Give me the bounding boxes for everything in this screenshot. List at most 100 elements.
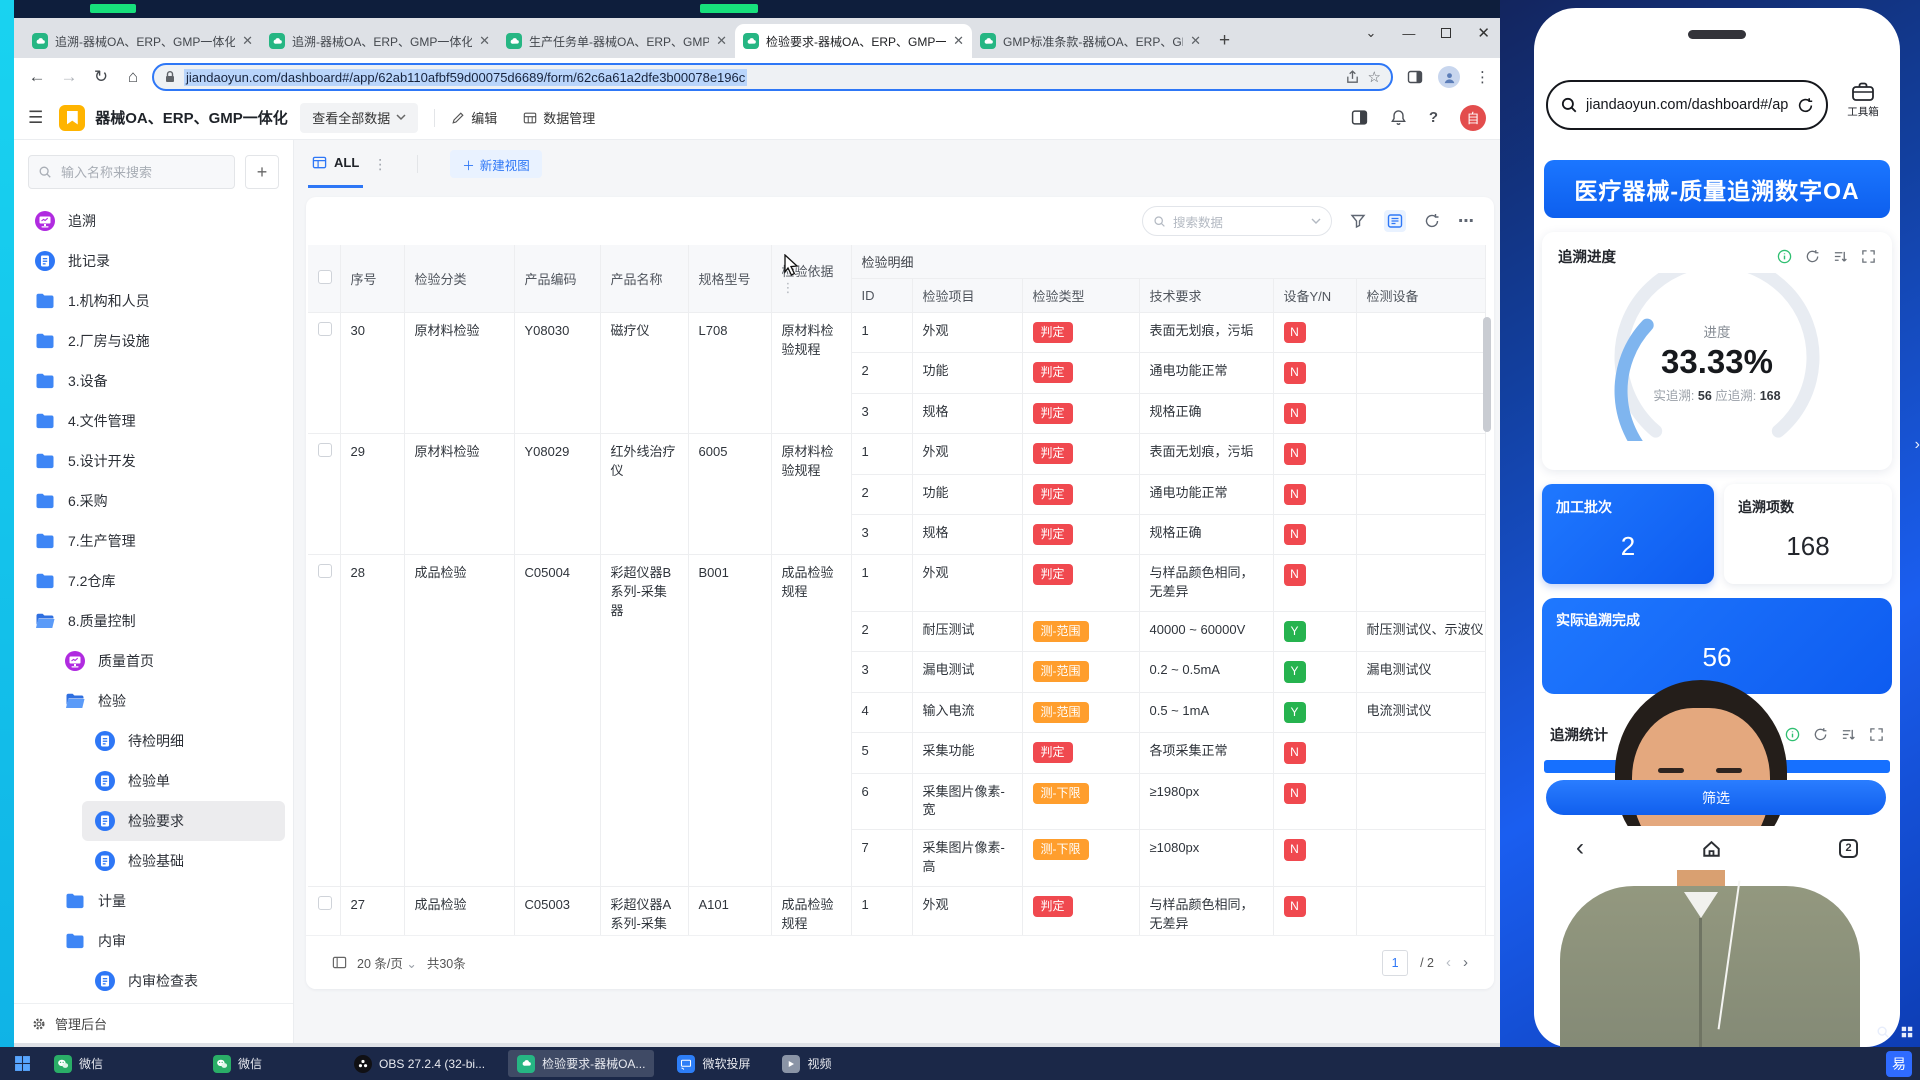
taskbar-item-5[interactable]: 微软投屏 [668,1050,759,1077]
display-settings-icon[interactable] [1384,210,1406,232]
column-header[interactable]: 规格型号 [688,245,771,313]
page-size-select[interactable]: 20 条/页 ⌄ [357,953,417,972]
info-icon[interactable] [1777,249,1792,264]
filter-icon[interactable] [1350,213,1366,229]
side-panel-icon[interactable] [1407,69,1423,85]
tab-close-icon[interactable]: ✕ [242,33,253,49]
data-manage-button[interactable]: 数据管理 [523,108,595,127]
minimize-button[interactable]: — [1402,26,1415,41]
address-bar[interactable]: jiandaoyun.com/dashboard#/app/62ab110afb… [152,63,1393,91]
stat-card-actual-complete[interactable]: 实际追溯完成 56 [1542,598,1892,694]
browser-tab-5[interactable]: GMP标准条款-器械OA、ERP、GMP一体化✕ [972,24,1209,58]
sidebar-item-6[interactable]: 4.文件管理 [22,401,285,441]
row-checkbox[interactable] [318,322,332,336]
refresh-icon[interactable] [1813,727,1828,742]
stat-card-trace-items[interactable]: 追溯项数 168 [1724,484,1892,584]
sidebar-item-10[interactable]: 7.2仓库 [22,561,285,601]
refresh-icon[interactable] [1805,249,1820,264]
sidebar-item-4[interactable]: 2.厂房与设施 [22,321,285,361]
desktop-grid-icon[interactable] [1900,1025,1914,1039]
sidebar-item-19[interactable]: 内审 [52,921,285,961]
sidebar-item-16[interactable]: 检验要求 [82,801,285,841]
sidebar-item-7[interactable]: 5.设计开发 [22,441,285,481]
home-icon[interactable] [1701,838,1722,859]
edit-button[interactable]: 编辑 [451,108,497,127]
user-avatar[interactable]: 自 [1460,105,1486,131]
sidebar-item-5[interactable]: 3.设备 [22,361,285,401]
reload-icon[interactable] [1797,97,1814,114]
taskbar-item-3[interactable]: OBS 27.2.4 (32-bi... [345,1050,494,1077]
add-app-button[interactable]: + [245,155,279,189]
sort-icon[interactable] [1833,249,1848,264]
sidebar-item-20[interactable]: 内审检查表 [82,961,285,998]
column-header[interactable]: 检验分类 [404,245,514,313]
detail-column-header[interactable]: 检测设备 [1356,279,1485,313]
start-button[interactable] [14,1055,31,1072]
fullscreen-icon[interactable] [1869,727,1884,742]
info-icon[interactable] [1785,727,1800,742]
tab-all[interactable]: ALL [308,140,363,188]
new-view-button[interactable]: ＋ 新建视图 [450,150,542,178]
more-options-icon[interactable]: ⋯ [1458,211,1476,231]
browser-menu-icon[interactable]: ⋮ [1475,68,1490,86]
browser-tab-1[interactable]: 追溯-器械OA、ERP、GMP一体化✕ [24,24,261,58]
bell-icon[interactable] [1390,109,1407,126]
refresh-icon[interactable] [1424,213,1440,229]
table-row-seq-28[interactable]: 28成品检验C05004彩超仪器B系列-采集器B001成品检验规程1外观判定与样… [308,555,1485,612]
taskbar-item-6[interactable]: 视频 [773,1050,840,1077]
detail-column-header[interactable]: 检验类型 [1022,279,1139,313]
tab-close-icon[interactable]: ✕ [479,33,490,49]
sidebar-item-14[interactable]: 待检明细 [82,721,285,761]
table-row-seq-30[interactable]: 30原材料检验Y08030磁疗仪L708原材料检验规程1外观判定表面无划痕，污垢… [308,313,1485,353]
back-icon[interactable]: ‹ [1576,836,1584,860]
table-row-seq-29[interactable]: 29原材料检验Y08029红外线治疗仪6005原材料检验规程1外观判定表面无划痕… [308,434,1485,474]
reload-button[interactable]: ↻ [88,67,114,87]
table-scroll-area[interactable]: 序号检验分类产品编码产品名称规格型号检验依据 ⋮检验明细ID检验项目检验类型技术… [306,245,1494,989]
forward-button[interactable]: → [56,67,82,87]
sidebar-item-18[interactable]: 计量 [52,881,285,921]
back-button[interactable]: ← [24,67,50,87]
column-header[interactable]: 产品名称 [600,245,688,313]
row-checkbox[interactable] [318,443,332,457]
tab-options-icon[interactable]: ⋮ [373,156,387,173]
browser-tab-2[interactable]: 追溯-器械OA、ERP、GMP一体化✕ [261,24,498,58]
browser-profile-avatar[interactable] [1438,66,1460,88]
sidebar-item-15[interactable]: 检验单 [82,761,285,801]
menu-icon[interactable]: ☰ [28,108,43,128]
next-page-icon[interactable]: › [1463,954,1468,971]
tab-close-icon[interactable]: ✕ [953,33,964,49]
sidebar-item-13[interactable]: 检验 [52,681,285,721]
column-header[interactable]: 序号 [340,245,404,313]
taskbar-item-1[interactable]: 微信 [45,1050,112,1077]
sidebar-item-11[interactable]: 8.质量控制 [22,601,285,641]
column-header[interactable]: 产品编码 [514,245,600,313]
tab-close-icon[interactable]: ✕ [1190,33,1201,49]
desktop-search-icon[interactable] [1876,1025,1890,1039]
prev-page-icon[interactable]: ‹ [1446,954,1451,971]
page-layout-icon[interactable] [332,955,347,970]
collapse-panel-icon[interactable] [1351,109,1368,126]
chevron-down-icon[interactable] [1311,218,1321,225]
tab-search-icon[interactable]: ⌄ [1366,25,1377,41]
sidebar-item-12[interactable]: 质量首页 [52,641,285,681]
tab-count-badge[interactable]: 2 [1839,839,1858,858]
select-all-checkbox[interactable] [318,270,332,284]
home-button[interactable]: ⌂ [120,67,146,87]
detail-column-header[interactable]: 技术要求 [1139,279,1273,313]
phone-address-bar[interactable]: jiandaoyun.com/dashboard#/app/... [1546,80,1828,130]
stat-card-batches[interactable]: 加工批次 2 [1542,484,1714,584]
sidebar-item-1[interactable]: 追溯 [22,201,285,241]
bookmark-star-icon[interactable]: ☆ [1368,68,1381,86]
sidebar-search-input[interactable] [59,164,189,181]
filter-button[interactable]: 筛选 [1546,780,1886,815]
detail-column-header[interactable]: 设备Y/N [1273,279,1356,313]
row-checkbox[interactable] [318,564,332,578]
taskbar-item-4[interactable]: 检验要求-器械OA... [508,1050,654,1077]
fullscreen-icon[interactable] [1861,249,1876,264]
sidebar-item-3[interactable]: 1.机构和人员 [22,281,285,321]
browser-tab-4[interactable]: 检验要求-器械OA、ERP、GMP一体化✕ [735,24,972,58]
browser-tab-3[interactable]: 生产任务单-器械OA、ERP、GMP一体化✕ [498,24,735,58]
sidebar-item-17[interactable]: 检验基础 [82,841,285,881]
data-search-box[interactable]: 搜索数据 [1142,206,1332,236]
vertical-scrollbar[interactable] [1483,317,1491,432]
